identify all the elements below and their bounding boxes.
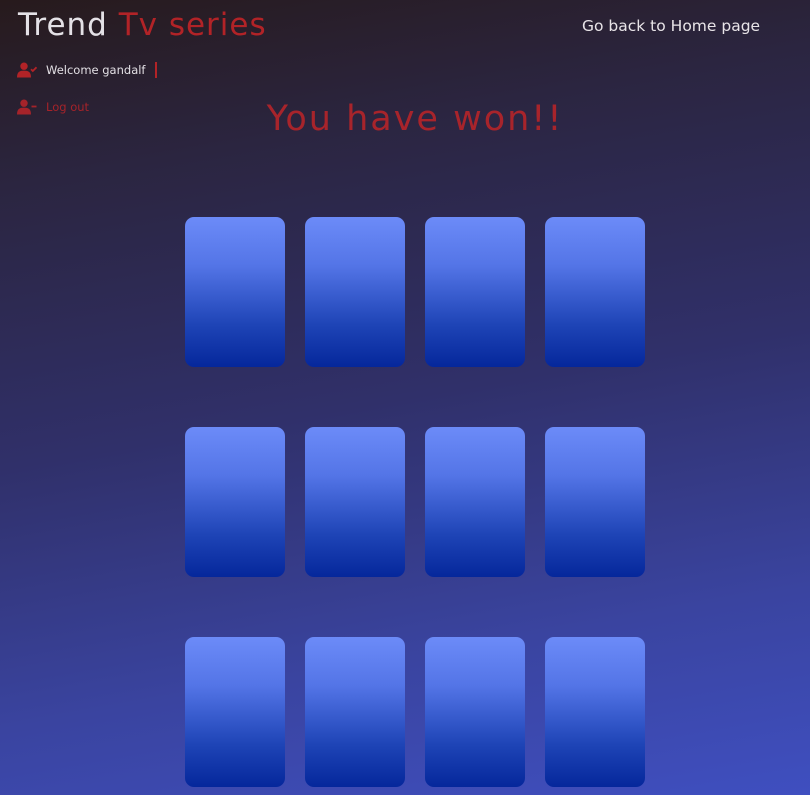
brand-title: Trend Tv series [18, 7, 267, 43]
user-welcome: Welcome gandalf [17, 60, 157, 80]
memory-card[interactable] [545, 427, 645, 577]
memory-card[interactable] [425, 637, 525, 787]
brand-word-trend: Trend [18, 7, 108, 43]
welcome-text: Welcome gandalf [46, 63, 146, 77]
user-check-icon [17, 62, 37, 78]
card-grid [185, 217, 645, 787]
home-page-link[interactable]: Go back to Home page [582, 17, 760, 35]
memory-card[interactable] [425, 427, 525, 577]
memory-card[interactable] [305, 217, 405, 367]
win-message: You have won!! [266, 99, 564, 139]
memory-card[interactable] [305, 637, 405, 787]
welcome-divider [154, 62, 157, 78]
memory-card[interactable] [425, 217, 525, 367]
memory-card[interactable] [305, 427, 405, 577]
memory-card[interactable] [545, 217, 645, 367]
memory-card[interactable] [185, 637, 285, 787]
memory-card[interactable] [545, 637, 645, 787]
memory-card[interactable] [185, 217, 285, 367]
memory-card[interactable] [185, 427, 285, 577]
brand-word-tv-series: Tv series [118, 7, 267, 43]
